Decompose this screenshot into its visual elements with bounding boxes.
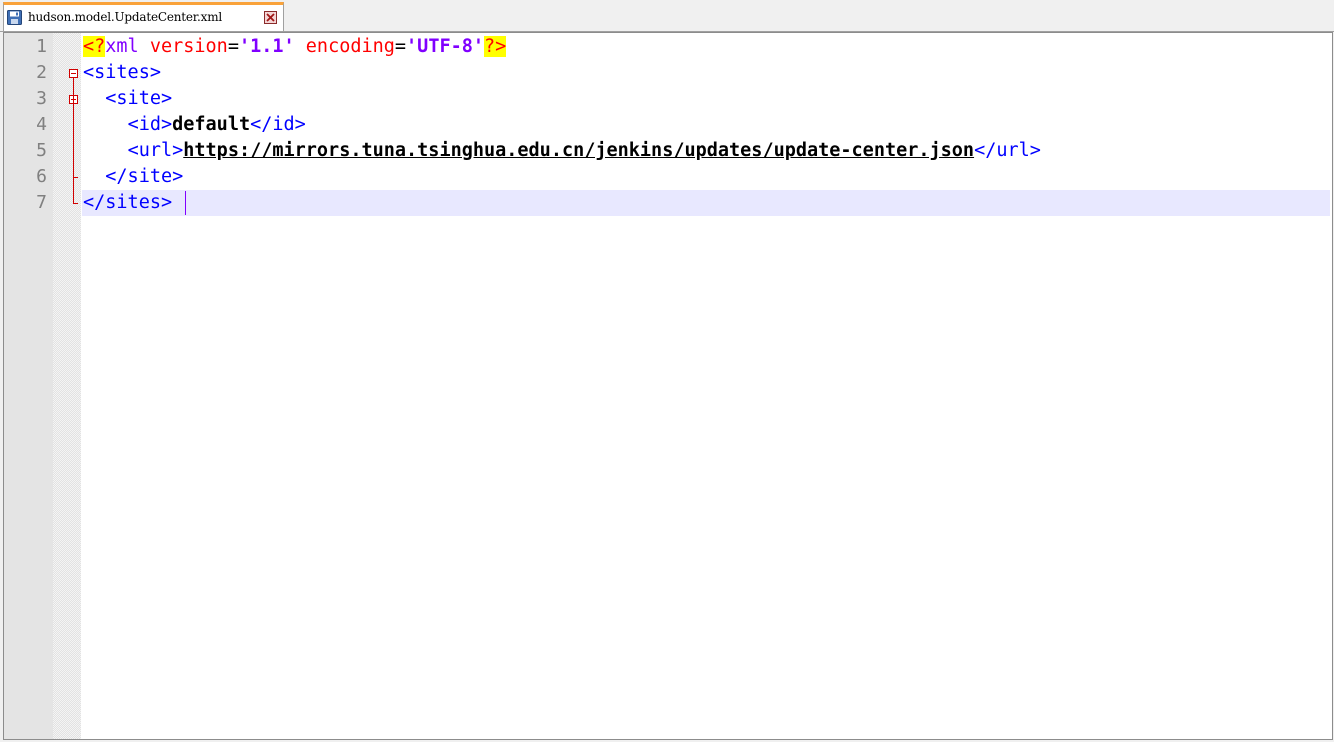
tag-url-close: </url> (974, 140, 1041, 161)
code-line-6: </site> (83, 164, 183, 190)
fold-toggle-sites[interactable] (69, 69, 78, 78)
line-number: 4 (36, 114, 47, 135)
tag-id-open: <id> (127, 114, 173, 135)
id-value: default (172, 114, 251, 135)
attr-encoding: encoding (294, 36, 395, 57)
fold-margin (53, 33, 81, 739)
fold-line (73, 78, 74, 204)
pi-close: ?> (484, 36, 507, 57)
code-line-3: <site> (83, 86, 172, 112)
attr-version: version (138, 36, 228, 57)
fold-end-marker (73, 203, 78, 204)
equals: = (227, 36, 239, 57)
current-line-highlight (82, 190, 1330, 216)
line-number: 1 (36, 36, 47, 57)
tab-label: hudson.model.UpdateCenter.xml (28, 10, 223, 24)
line-number: 5 (36, 140, 47, 161)
line-number: 2 (36, 62, 47, 83)
fold-end-marker (73, 177, 78, 178)
line-number: 6 (36, 166, 47, 187)
value-encoding: 'UTF-8' (406, 36, 485, 57)
tab-bar: hudson.model.UpdateCenter.xml (0, 0, 1334, 32)
tab-file[interactable]: hudson.model.UpdateCenter.xml (3, 2, 284, 31)
tag-id-close: </id> (250, 114, 306, 135)
tag-site-open: <site> (105, 88, 173, 109)
tag-sites-close: </sites> (83, 192, 173, 213)
line-number: 7 (36, 192, 47, 213)
pi-name: xml (105, 36, 139, 57)
tag-url-open: <url> (127, 140, 184, 161)
code-line-1: <?xml version='1.1' encoding='UTF-8'?> (83, 34, 507, 60)
code-editor[interactable]: 1 2 3 4 5 6 7 <?xml version='1.1' encodi… (3, 32, 1333, 740)
pi-open: <? (83, 36, 106, 57)
text-caret (185, 191, 186, 215)
line-number-gutter: 1 2 3 4 5 6 7 (4, 33, 53, 739)
tag-site-close: </site> (105, 166, 184, 187)
tag-sites-open: <sites> (83, 62, 161, 83)
close-icon[interactable] (264, 11, 277, 24)
equals: = (394, 36, 407, 57)
code-line-5: <url>https://mirrors.tuna.tsinghua.edu.c… (83, 138, 1041, 164)
line-number: 3 (36, 88, 47, 109)
url-link[interactable]: https://mirrors.tuna.tsinghua.edu.cn/jen… (183, 140, 974, 161)
code-line-2: <sites> (83, 60, 161, 86)
code-line-7: </sites> (83, 190, 172, 216)
value-version: '1.1' (238, 36, 295, 57)
code-line-4: <id>default</id> (83, 112, 306, 138)
save-icon (7, 10, 22, 25)
